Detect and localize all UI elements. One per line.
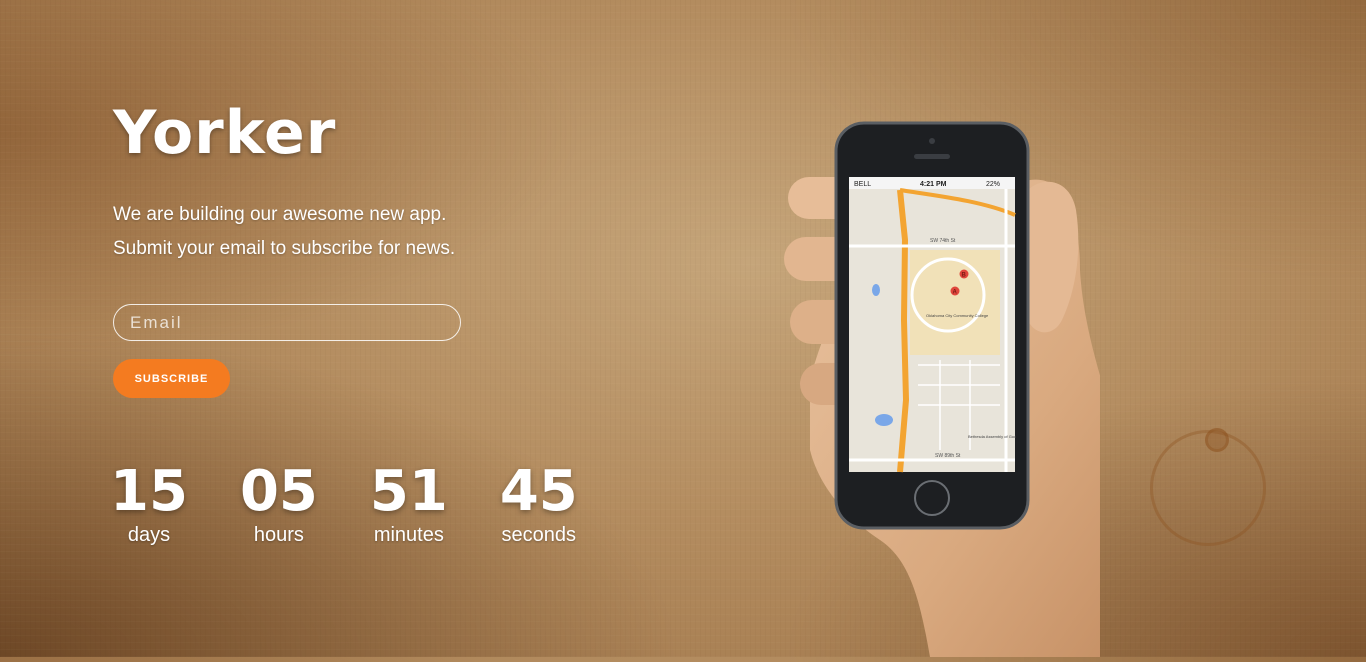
minutes-value: 51 xyxy=(369,459,448,524)
phone-in-hand-image: BELL 4:21 PM 22% SW 74th St SW 89th St O… xyxy=(780,120,1140,657)
map-label-campus: Oklahoma City Community College xyxy=(926,313,989,318)
status-carrier: BELL xyxy=(854,181,871,188)
countdown-seconds: 45 seconds xyxy=(499,459,578,547)
email-field[interactable] xyxy=(113,304,461,341)
home-button xyxy=(914,480,950,516)
days-value: 15 xyxy=(110,459,188,524)
days-label: days xyxy=(127,524,171,546)
tagline-line-2: Submit your email to subscribe for news. xyxy=(113,238,456,259)
map-campus-area xyxy=(910,250,1000,355)
map-pin-a-icon: A xyxy=(950,286,960,296)
hours-value: 05 xyxy=(239,459,318,524)
minutes-label: minutes xyxy=(373,524,444,546)
tagline: We are building our awesome new app. Sub… xyxy=(113,198,461,266)
seconds-label: seconds xyxy=(501,524,577,546)
map-label-church: Bethesda Assembly of God xyxy=(968,434,1016,439)
countdown-days: 15 days xyxy=(110,459,188,547)
countdown-timer: 15 days 05 hours 51 minutes 45 seconds xyxy=(110,459,630,547)
map-lake-2 xyxy=(875,414,893,426)
seconds-value: 45 xyxy=(499,459,578,524)
phone-camera xyxy=(929,138,935,144)
status-time: 4:21 PM xyxy=(920,181,947,188)
hero-section: Yorker We are building our awesome new a… xyxy=(113,100,461,398)
svg-text:B: B xyxy=(962,273,967,279)
hours-label: hours xyxy=(253,524,304,546)
svg-text:A: A xyxy=(953,290,958,296)
subscribe-button[interactable]: SUBSCRIBE xyxy=(113,359,230,398)
countdown-minutes: 51 minutes xyxy=(369,459,448,547)
map-pin-b-icon: B xyxy=(959,269,969,279)
map-label-street2: SW 89th St xyxy=(935,453,961,459)
brand-logo: Yorker xyxy=(113,98,337,168)
map-lake xyxy=(872,284,880,296)
tagline-line-1: We are building our awesome new app. xyxy=(113,204,447,225)
hand-holding-phone-illustration: BELL 4:21 PM 22% SW 74th St SW 89th St O… xyxy=(784,121,1140,657)
phone-speaker xyxy=(914,154,950,159)
coffee-stain-small xyxy=(1205,428,1229,452)
map-label-street1: SW 74th St xyxy=(930,238,956,244)
countdown-hours: 05 hours xyxy=(239,459,318,547)
status-battery: 22% xyxy=(986,181,1000,188)
